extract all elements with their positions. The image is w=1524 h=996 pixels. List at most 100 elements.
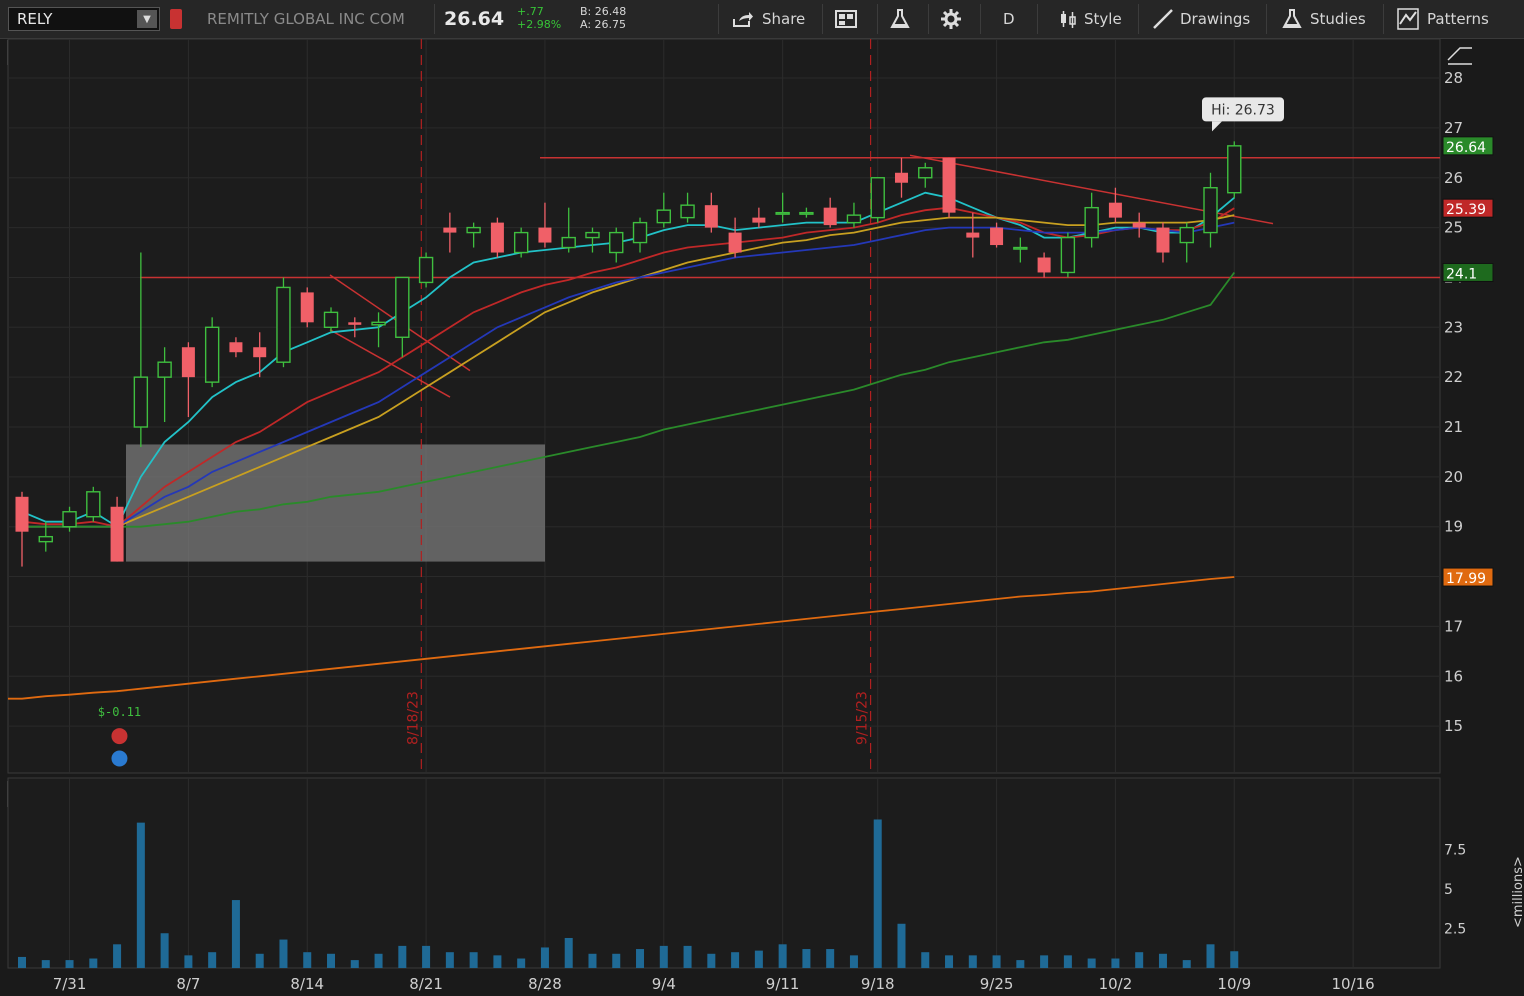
study-value: 25.39: [978, 40, 1036, 65]
volume-label[interactable]: Volume: [7, 781, 77, 807]
x-tick-label: 9/25: [980, 975, 1014, 993]
candle: [585, 227, 600, 253]
volume-tick-label: 2.5: [1444, 922, 1466, 938]
candle: [1013, 237, 1028, 263]
candle: [38, 521, 53, 552]
candle: [894, 157, 908, 198]
y-tick-label: 24: [1444, 268, 1463, 286]
volume-unit-label: <millions>: [1511, 856, 1524, 928]
candle: [918, 162, 933, 188]
grid-button[interactable]: [835, 0, 859, 38]
candle: [86, 486, 101, 522]
volume-bar: [1040, 955, 1049, 968]
volume-bar: [160, 933, 169, 968]
aggregation-button[interactable]: D: [1003, 0, 1015, 38]
candle: [1108, 187, 1122, 223]
candle-body: [1132, 222, 1146, 228]
high-tag-pointer: [1212, 121, 1222, 132]
y-tick-label: 19: [1444, 518, 1463, 536]
moving-average-line: [8, 576, 1235, 700]
volume-bar: [826, 949, 835, 968]
bar-range: R: 1.14: [607, 40, 676, 65]
candle-body: [181, 347, 195, 378]
candle: [323, 307, 339, 333]
volume-bar: [493, 955, 502, 968]
candle-body: [229, 342, 243, 353]
candle-body: [632, 221, 648, 244]
study-label[interactable]: MovAvgExponential (CLOSE, 10, 0, no): [675, 40, 979, 65]
volume-bar: [1135, 952, 1144, 968]
volume-bar: [992, 955, 1001, 968]
patterns-button[interactable]: Patterns: [1397, 0, 1489, 38]
axis-settings-icon: [1447, 47, 1472, 65]
candle: [443, 212, 457, 253]
drawings-button[interactable]: Drawings: [1152, 0, 1250, 38]
patterns-label: Patterns: [1427, 10, 1489, 28]
candle-body: [656, 209, 671, 224]
candle-body: [1203, 187, 1218, 234]
symbol-input[interactable]: RELY ▼: [8, 7, 160, 31]
y-tick-label: 22: [1444, 368, 1463, 386]
earnings-icon: [111, 728, 128, 745]
volume-bar: [422, 945, 431, 968]
candle: [490, 217, 504, 258]
candle: [704, 192, 718, 233]
toolbar: RELY ▼ REMITLY GLOBAL INC COM 26.64 +.77…: [0, 0, 1524, 39]
candle-body: [870, 177, 885, 219]
last-price-badge-box: [1442, 136, 1494, 156]
y-tick-label: 20: [1444, 468, 1463, 486]
trendline: [909, 154, 1274, 225]
candle: [300, 287, 314, 328]
volume-bar: [707, 953, 716, 968]
candle: [1060, 232, 1076, 278]
chart-title[interactable]: RELY 3 M 1D [NASDAQ]: [7, 40, 216, 65]
candle: [466, 222, 481, 248]
candle-body: [1084, 206, 1099, 239]
candle: [823, 197, 837, 228]
volume-bar: [255, 953, 264, 968]
candle-body: [490, 222, 504, 253]
style-label: Style: [1084, 10, 1122, 28]
studies-button[interactable]: Studies: [1282, 0, 1366, 38]
volume-bar: [802, 949, 811, 968]
candle: [1203, 172, 1218, 248]
settings-button[interactable]: [940, 0, 962, 38]
candle: [181, 342, 195, 418]
event-icon: [111, 750, 128, 767]
candle-body: [300, 292, 314, 323]
volume-bar: [1016, 960, 1025, 968]
candle-body: [918, 167, 933, 179]
style-button[interactable]: Style: [1058, 0, 1122, 38]
volume-bar: [89, 958, 98, 968]
price-panel: [7, 38, 1441, 774]
candle-body: [513, 231, 529, 254]
x-tick-label: 9/18: [861, 975, 895, 993]
candle-body: [276, 286, 291, 363]
y-tick-label: 15: [1444, 717, 1463, 735]
volume-panel: [7, 777, 1441, 969]
flag-icon[interactable]: [170, 9, 182, 29]
divider: [434, 4, 435, 34]
candle: [62, 506, 77, 532]
candle: [110, 496, 124, 562]
volume-bar: [279, 939, 288, 968]
chevron-down-icon[interactable]: ▼: [137, 10, 157, 28]
share-button[interactable]: Share: [732, 0, 805, 38]
price-chart[interactable]: 7/31 8/7 8/14 8/21 8/28 9/4 9/11 9/18 9/25 10/2 10…: [0, 0, 1524, 996]
gear-icon: [941, 9, 961, 29]
candle: [966, 212, 980, 258]
candle-body: [15, 496, 29, 532]
volume-bar: [1206, 944, 1215, 968]
patterns-icon: [1397, 8, 1419, 30]
ema-value-badge-box: [1442, 198, 1494, 218]
flask-button[interactable]: [890, 0, 910, 38]
candle: [680, 192, 695, 223]
candle: [942, 157, 956, 218]
candle-body: [561, 236, 576, 249]
volume-bar: [564, 937, 573, 968]
faded-study-value: 25.15: [1035, 40, 1396, 65]
x-tick-label: 7/31: [53, 975, 87, 993]
divider: [1383, 4, 1384, 34]
bid-price: B: 26.48: [580, 5, 627, 18]
candle-body: [323, 311, 339, 329]
